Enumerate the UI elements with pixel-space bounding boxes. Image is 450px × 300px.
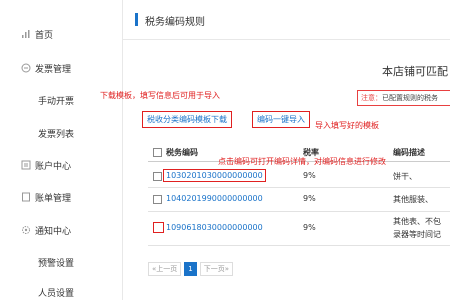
sidebar-item-label: 通知中心 xyxy=(35,226,72,237)
row-checkbox[interactable] xyxy=(153,172,162,181)
select-all-checkbox[interactable] xyxy=(153,148,162,157)
sidebar-item-billing[interactable]: 账单管理 xyxy=(0,187,123,207)
code-description: 其他表、不包 xyxy=(393,217,441,226)
invoice-icon xyxy=(20,63,31,74)
tax-code-link[interactable]: 1030201030000000000 xyxy=(163,169,266,182)
annotation-import: 导入填写好的模板 xyxy=(315,121,379,130)
tax-rate: 9% xyxy=(303,223,316,232)
table-row: 1030201030000000000 9% 饼干、 xyxy=(148,166,450,188)
tax-rate: 9% xyxy=(303,171,316,180)
tax-code-link[interactable]: 1090618030000000000 xyxy=(166,223,263,232)
prev-page-button[interactable]: «上一页 xyxy=(148,262,182,276)
code-description: 饼干、 xyxy=(393,172,417,181)
gear-icon xyxy=(20,225,31,236)
sidebar-item-home[interactable]: 首页 xyxy=(0,24,123,44)
sidebar-item-invoice-list[interactable]: 发票列表 xyxy=(0,123,123,143)
notice-label: 注意： xyxy=(361,94,382,102)
sidebar-item-label: 发票列表 xyxy=(38,129,75,140)
one-click-import-button[interactable]: 编码一键导入 xyxy=(252,111,310,128)
tax-code-link[interactable]: 1040201990000000000 xyxy=(166,194,263,203)
sidebar-item-label: 发票管理 xyxy=(35,64,72,75)
table-row: 1040201990000000000 9% 其他服装、 xyxy=(148,188,450,212)
page-header: 税务编码规则 xyxy=(123,0,450,40)
bill-icon xyxy=(20,192,31,203)
sidebar-item-invoice-management[interactable]: 发票管理 xyxy=(0,58,123,78)
sidebar: 首页 发票管理 手动开票 发票列表 账户中心 账单管理 通知中心 预警设置 人员… xyxy=(0,0,123,300)
sidebar-item-label: 人员设置 xyxy=(38,288,75,299)
sidebar-item-notifications[interactable]: 通知中心 xyxy=(0,220,123,240)
column-header-description: 编码描述 xyxy=(393,148,425,157)
tax-rate: 9% xyxy=(303,194,316,203)
sidebar-item-label: 预警设置 xyxy=(38,258,75,269)
row-checkbox[interactable] xyxy=(153,195,162,204)
sidebar-item-label: 首页 xyxy=(35,30,54,41)
shop-title: 本店铺可匹配 xyxy=(382,65,448,78)
list-icon xyxy=(20,160,31,171)
sidebar-item-account-center[interactable]: 账户中心 xyxy=(0,155,123,175)
notice-box: 注意：已配置规则的税务 xyxy=(357,90,450,106)
row-checkbox[interactable] xyxy=(153,222,164,233)
sidebar-item-alert-settings[interactable]: 预警设置 xyxy=(0,252,123,272)
download-template-button[interactable]: 税收分类编码模板下载 xyxy=(142,111,232,128)
sidebar-item-label: 手动开票 xyxy=(38,96,75,107)
code-description: 其他服装、 xyxy=(393,195,433,204)
next-page-button[interactable]: 下一页» xyxy=(199,262,234,276)
sidebar-item-staff-settings[interactable]: 人员设置 xyxy=(0,282,123,300)
page-1-button[interactable]: 1 xyxy=(184,262,197,276)
chart-icon xyxy=(20,29,31,40)
sidebar-item-label: 账户中心 xyxy=(35,161,72,172)
sidebar-item-label: 账单管理 xyxy=(35,193,72,204)
table-row: 1090618030000000000 9% 其他表、不包 录器等时间记 xyxy=(148,212,450,246)
pagination: «上一页 1 下一页» xyxy=(148,262,234,278)
title-accent-bar xyxy=(135,13,138,26)
column-header-code: 税务编码 xyxy=(166,148,198,157)
code-description-line2: 录器等时间记 xyxy=(393,230,441,239)
notice-text: 已配置规则的税务 xyxy=(382,94,438,102)
page-title: 税务编码规则 xyxy=(145,17,205,28)
annotation-download: 下载模板，填写信息后可用于导入 xyxy=(100,91,220,100)
